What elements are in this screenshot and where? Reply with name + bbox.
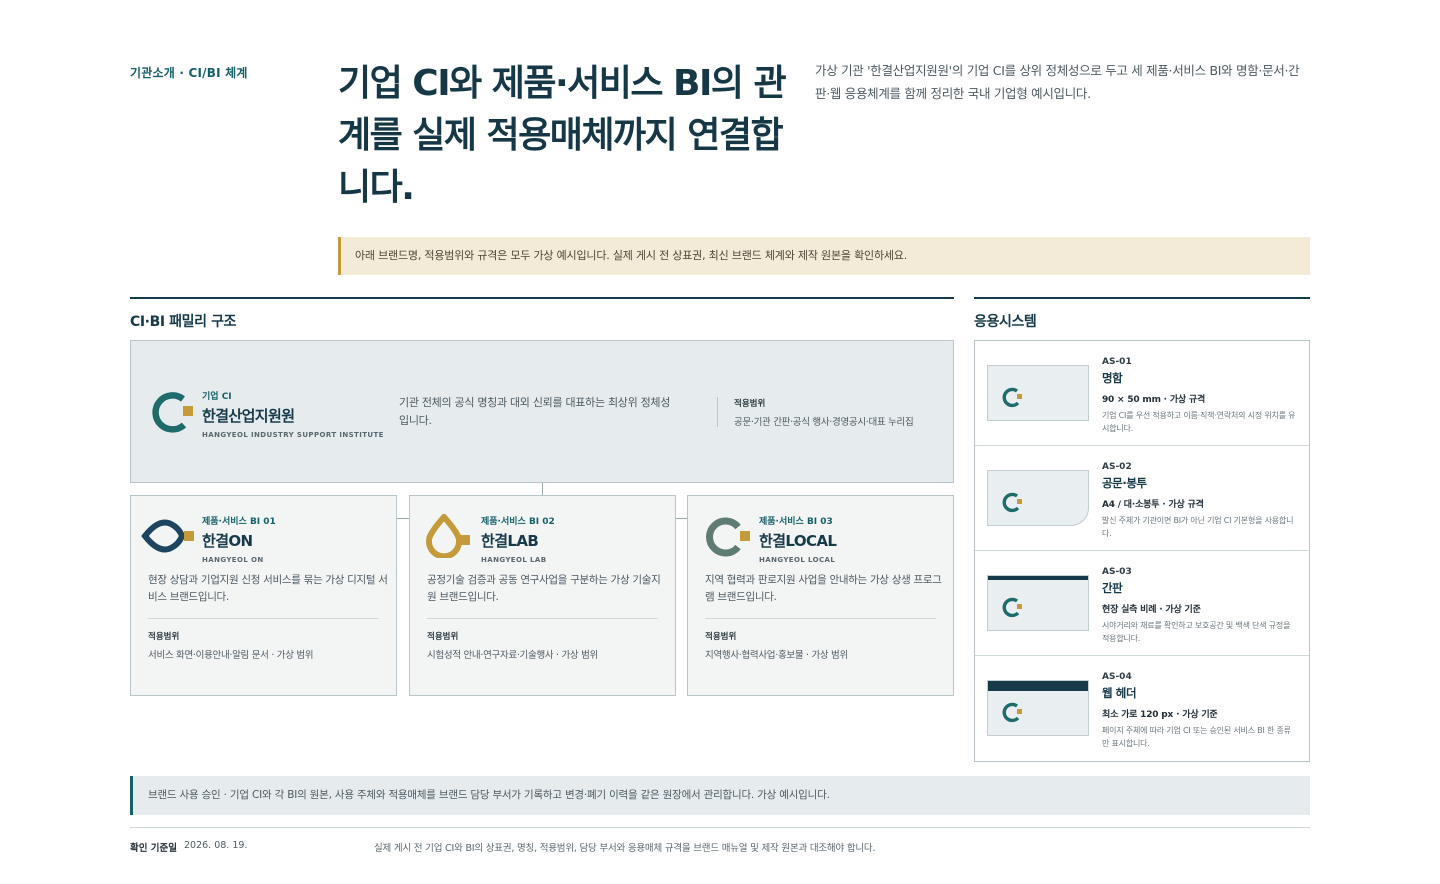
business-card-thumbnail	[987, 365, 1089, 421]
bi-name-en: HANGYEOL LAB	[481, 556, 547, 564]
web-header-bar	[988, 681, 1088, 691]
bi-name-block: 제품·서비스 BI 02 한결LAB HANGYEOL LAB	[481, 514, 555, 564]
application-spec: A4 / 대·소봉투 · 가상 규격	[1102, 500, 1204, 510]
application-code: AS-02	[1102, 462, 1132, 472]
application-name: 공문·봉투	[1102, 476, 1147, 490]
application-item-web-header: AS-04 웹 헤더 최소 가로 120 px · 가상 기준 페이지 주체에 …	[975, 656, 1309, 761]
footer-date: 2026. 08. 19.	[184, 840, 248, 851]
page-headline: 기업 CI와 제품·서비스 BI의 관계를 실제 적용매체까지 연결합니다.	[338, 63, 787, 208]
application-note: 발신 주체가 기관이면 BI가 아닌 기업 CI 기본형을 사용합니다.	[1102, 516, 1294, 538]
footer-date-label: 확인 기준일	[130, 843, 178, 854]
family-section-title: CI·BI 패밀리 구조	[130, 314, 237, 330]
application-text: AS-04 웹 헤더 최소 가로 120 px · 가상 기준 페이지 주체에 …	[1102, 672, 1297, 750]
application-name: 웹 헤더	[1102, 686, 1137, 700]
family-connector-2	[674, 518, 688, 519]
bi-scope: 적용범위 시험성적 안내·연구자료·기술행사 · 가상 범위	[427, 630, 598, 661]
application-item-business-card: AS-01 명함 90 × 50 mm · 가상 규격 기업 CI를 우선 적용…	[975, 341, 1309, 446]
bi-divider	[427, 618, 658, 619]
bi-card-lab: 제품·서비스 BI 02 한결LAB HANGYEOL LAB 공정기술 검증과…	[409, 495, 676, 696]
bi-description: 지역 협력과 판로지원 사업을 안내하는 가상 상생 프로그램 브랜드입니다.	[705, 574, 942, 603]
bi-scope-text: 서비스 화면·이용안내·알림 문서 · 가상 범위	[148, 650, 314, 661]
footer-rule	[130, 827, 1310, 828]
bi-name-block: 제품·서비스 BI 03 한결LOCAL HANGYEOL LOCAL	[759, 514, 837, 564]
bi-kicker: 제품·서비스 BI 03	[759, 517, 833, 527]
hangyeol-on-icon	[141, 519, 194, 553]
application-text: AS-02 공문·봉투 A4 / 대·소봉투 · 가상 규격 발신 주체가 기관…	[1102, 462, 1297, 540]
official-documents-thumbnail	[987, 470, 1089, 526]
bi-name: 한결LAB	[481, 532, 539, 550]
application-text: AS-03 간판 현장 실측 비례 · 가상 기준 시야거리와 재료를 확인하고…	[1102, 567, 1297, 645]
ci-name-block: 기업 CI 한결산업지원원 HANGYEOL INDUSTRY SUPPORT …	[202, 389, 384, 439]
application-spec: 현장 실측 비례 · 가상 기준	[1102, 605, 1201, 615]
signboard-top-bar	[988, 576, 1088, 580]
bi-scope: 적용범위 서비스 화면·이용안내·알림 문서 · 가상 범위	[148, 630, 314, 661]
bi-description: 공정기술 검증과 공동 연구사업을 구분하는 가상 기술지원 브랜드입니다.	[427, 574, 661, 603]
ci-scope-label: 적용범위	[734, 399, 766, 409]
family-connector-1	[396, 518, 410, 519]
hangyeol-ci-icon	[1002, 387, 1022, 408]
bi-name-en: HANGYEOL ON	[202, 556, 264, 564]
bi-divider	[705, 618, 936, 619]
application-item-official-documents: AS-02 공문·봉투 A4 / 대·소봉투 · 가상 규격 발신 주체가 기관…	[975, 446, 1309, 551]
application-code: AS-04	[1102, 672, 1132, 682]
hangyeol-ci-icon	[152, 392, 193, 433]
bi-scope-label: 적용범위	[705, 632, 737, 642]
brand-approval-note: 브랜드 사용 승인 · 기업 CI와 각 BI의 원본, 사용 주체와 적용매체…	[130, 776, 1310, 815]
bi-card-on: 제품·서비스 BI 01 한결ON HANGYEOL ON 현장 상담과 기업지…	[130, 495, 397, 696]
disclaimer-notice: 아래 브랜드명, 적용범위와 규격은 모두 가상 예시입니다. 실제 게시 전 …	[338, 237, 1310, 275]
hangyeol-ci-icon	[1002, 702, 1022, 723]
bi-kicker: 제품·서비스 BI 02	[481, 517, 555, 527]
bi-scope: 적용범위 지역행사·협력사업·홍보물 · 가상 범위	[705, 630, 848, 661]
bi-name: 한결ON	[202, 532, 253, 550]
application-spec: 90 × 50 mm · 가상 규격	[1102, 395, 1206, 405]
footer-text: 실제 게시 전 기업 CI와 BI의 상표권, 명칭, 적용범위, 담당 부서와…	[374, 843, 876, 854]
bi-name-block: 제품·서비스 BI 01 한결ON HANGYEOL ON	[202, 514, 276, 564]
applications-section-title: 응용시스템	[974, 314, 1037, 330]
application-note: 기업 CI를 우선 적용하고 이름·직책·연락처의 시정 위치를 유시합니다.	[1102, 411, 1296, 433]
ci-kicker: 기업 CI	[202, 392, 232, 402]
application-code: AS-01	[1102, 357, 1132, 367]
applications-section-rule	[974, 297, 1310, 299]
application-code: AS-03	[1102, 567, 1132, 577]
bi-scope-label: 적용범위	[427, 632, 459, 642]
ci-name: 한결산업지원원	[202, 407, 295, 425]
ci-name-en: HANGYEOL INDUSTRY SUPPORT INSTITUTE	[202, 431, 384, 439]
family-section-rule	[130, 297, 954, 299]
application-note: 페이지 주체에 따라 기업 CI 또는 승인된 서비스 BI 한 종류만 표시합…	[1102, 726, 1291, 748]
bi-divider	[148, 618, 379, 619]
bi-name: 한결LOCAL	[759, 532, 837, 550]
ci-description: 기관 전체의 공식 명칭과 대외 신뢰를 대표하는 최상위 정체성입니다.	[399, 396, 671, 427]
hangyeol-lab-icon	[426, 514, 470, 558]
page-lead: 가상 기관 '한결산업지원원'의 기업 CI를 상위 정체성으로 두고 세 제품…	[815, 63, 1300, 101]
application-system-list: AS-01 명함 90 × 50 mm · 가상 규격 기업 CI를 우선 적용…	[974, 340, 1310, 762]
hangyeol-ci-icon	[1002, 597, 1022, 618]
family-connector-vertical	[542, 483, 543, 495]
hangyeol-ci-icon	[1002, 492, 1022, 513]
hangyeol-local-icon	[706, 517, 750, 557]
application-name: 명함	[1102, 371, 1123, 385]
bi-scope-label: 적용범위	[148, 632, 180, 642]
bi-card-local: 제품·서비스 BI 03 한결LOCAL HANGYEOL LOCAL 지역 협…	[687, 495, 954, 696]
ci-scope: 적용범위 공문·기관 간판·공식 행사·경영공시·대표 누리집	[717, 397, 914, 428]
application-item-signboard: AS-03 간판 현장 실측 비례 · 가상 기준 시야거리와 재료를 확인하고…	[975, 551, 1309, 656]
application-spec: 최소 가로 120 px · 가상 기준	[1102, 710, 1218, 720]
corporate-ci-card: 기업 CI 한결산업지원원 HANGYEOL INDUSTRY SUPPORT …	[130, 340, 954, 483]
web-header-thumbnail	[987, 680, 1089, 736]
application-text: AS-01 명함 90 × 50 mm · 가상 규격 기업 CI를 우선 적용…	[1102, 357, 1297, 435]
ci-scope-text: 공문·기관 간판·공식 행사·경영공시·대표 누리집	[734, 417, 914, 428]
bi-name-en: HANGYEOL LOCAL	[759, 556, 836, 564]
bi-kicker: 제품·서비스 BI 01	[202, 517, 276, 527]
bi-scope-text: 시험성적 안내·연구자료·기술행사 · 가상 범위	[427, 650, 598, 661]
bi-scope-text: 지역행사·협력사업·홍보물 · 가상 범위	[705, 650, 848, 661]
bi-description: 현장 상담과 기업지원 신청 서비스를 묶는 가상 디지털 서비스 브랜드입니다…	[148, 574, 388, 603]
application-note: 시야거리와 재료를 확인하고 보호공간 및 백색 단색 규정을 적용합니다.	[1102, 621, 1291, 643]
application-name: 간판	[1102, 581, 1123, 595]
signboard-thumbnail	[987, 575, 1089, 631]
page-eyebrow: 기관소개 · CI/BI 체계	[130, 66, 248, 80]
